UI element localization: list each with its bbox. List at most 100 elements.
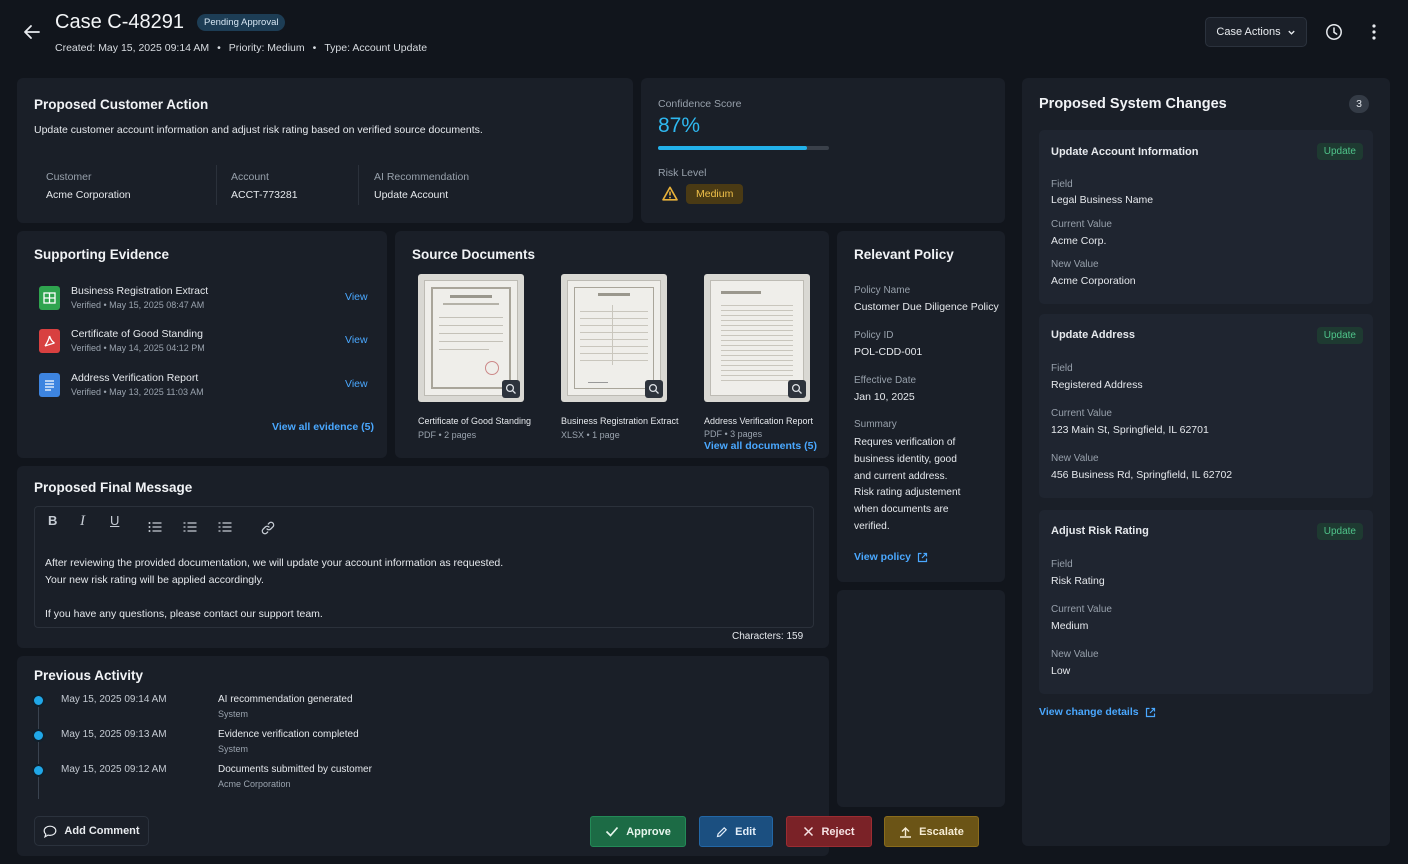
summary-line: Requres verification of — [854, 437, 956, 448]
bold-icon[interactable]: B — [48, 513, 57, 528]
close-icon — [804, 826, 814, 837]
field-value: Legal Business Name — [1051, 194, 1154, 206]
case-meta: Created: May 15, 2025 09:14 AM • Priorit… — [55, 42, 427, 54]
case-actions-button[interactable]: Case Actions — [1205, 17, 1307, 47]
view-policy-label: View policy — [854, 551, 911, 563]
evidence-name: Business Registration Extract — [71, 285, 209, 297]
link-icon[interactable] — [261, 521, 275, 538]
view-all-documents-link[interactable]: View all documents (5) — [704, 440, 817, 452]
evidence-name: Certificate of Good Standing — [71, 328, 203, 340]
case-type: Type: Account Update — [324, 42, 428, 54]
new-value: 456 Business Rd, Springfield, IL 62702 — [1051, 469, 1233, 481]
view-evidence-link[interactable]: View — [345, 378, 368, 390]
new-value-label: New Value — [1051, 259, 1099, 270]
add-comment-button[interactable]: Add Comment — [34, 816, 149, 846]
summary-line: business identity, good — [854, 453, 957, 465]
align-icon[interactable] — [218, 521, 232, 536]
new-value: Low — [1051, 665, 1071, 677]
risk-level-label: Risk Level — [658, 167, 707, 179]
reject-button[interactable]: Reject — [786, 816, 872, 847]
policy-id-value: POL-CDD-001 — [854, 346, 923, 358]
escalate-button[interactable]: Escalate — [884, 816, 979, 847]
panel-title: Proposed System Changes — [1039, 96, 1227, 112]
confidence-bar-fill — [658, 146, 807, 150]
numbered-list-icon[interactable] — [183, 521, 197, 536]
new-value: Acme Corporation — [1051, 275, 1136, 287]
check-icon — [606, 826, 619, 837]
meta-separator: • — [312, 42, 317, 54]
spreadsheet-file-icon — [39, 286, 60, 310]
current-value: Acme Corp. — [1051, 235, 1107, 247]
summary-label: Summary — [854, 419, 897, 430]
proposed-action-panel: Proposed Customer Action Update customer… — [17, 78, 633, 223]
history-icon[interactable] — [1325, 23, 1343, 41]
zoom-icon[interactable] — [645, 380, 663, 398]
external-link-icon — [1145, 707, 1155, 717]
registration-preview — [567, 280, 661, 396]
activity-time: May 15, 2025 09:14 AM — [61, 694, 167, 705]
approve-label: Approve — [626, 825, 671, 838]
evidence-item[interactable]: Business Registration Extract Verified •… — [39, 285, 369, 313]
evidence-item[interactable]: Certificate of Good Standing Verified • … — [39, 328, 369, 356]
action-description: Update customer account information and … — [34, 124, 483, 136]
activity-time: May 15, 2025 09:13 AM — [61, 729, 167, 740]
changes-count-badge: 3 — [1349, 95, 1369, 113]
field-value: Risk Rating — [1051, 575, 1105, 587]
view-all-evidence-link[interactable]: View all evidence (5) — [272, 421, 374, 433]
document-thumbnail[interactable] — [418, 274, 524, 402]
add-comment-label: Add Comment — [64, 825, 140, 837]
evidence-meta: Verified • May 15, 2025 08:47 AM — [71, 300, 205, 310]
document-thumbnail[interactable] — [704, 274, 810, 402]
panel-title: Previous Activity — [34, 668, 144, 683]
approve-button[interactable]: Approve — [590, 816, 686, 847]
confidence-label: Confidence Score — [658, 98, 742, 110]
risk-level-badge: Medium — [686, 184, 744, 204]
more-options-icon[interactable] — [1367, 23, 1381, 41]
evidence-item[interactable]: Address Verification Report Verified • M… — [39, 372, 369, 400]
activity-event: Documents submitted by customer — [218, 764, 372, 775]
document-name: Address Verification Report — [704, 416, 814, 426]
document-thumbnail[interactable] — [561, 274, 667, 402]
edit-label: Edit — [735, 825, 756, 838]
field-label: Field — [1051, 363, 1073, 374]
evidence-meta: Verified • May 13, 2025 11:03 AM — [71, 387, 204, 397]
view-policy-link[interactable]: View policy — [854, 551, 928, 563]
customer-value: Acme Corporation — [46, 189, 131, 201]
status-badge: Pending Approval — [197, 14, 286, 31]
view-evidence-link[interactable]: View — [345, 291, 368, 303]
zoom-icon[interactable] — [788, 380, 806, 398]
change-card: Update Address Update Field Registered A… — [1039, 314, 1373, 498]
account-value: ACCT-773281 — [231, 189, 298, 201]
field-label: Field — [1051, 179, 1073, 190]
current-value: Medium — [1051, 620, 1089, 632]
back-arrow-icon[interactable] — [22, 22, 42, 42]
confidence-value: 87% — [658, 114, 701, 137]
new-value-label: New Value — [1051, 649, 1099, 660]
edit-button[interactable]: Edit — [699, 816, 773, 847]
reject-label: Reject — [821, 825, 855, 838]
page-title: Case C-48291 — [55, 11, 184, 33]
evidence-meta: Verified • May 14, 2025 04:12 PM — [71, 343, 205, 353]
confidence-bar-track — [658, 146, 829, 150]
system-changes-panel: Proposed System Changes 3 Update Account… — [1022, 78, 1390, 846]
comment-icon — [44, 825, 57, 838]
field-value: Registered Address — [1051, 379, 1143, 391]
zoom-icon[interactable] — [502, 380, 520, 398]
document-name: Business Registration Extract — [561, 416, 679, 426]
view-change-details-link[interactable]: View change details — [1039, 706, 1156, 718]
timeline-dot — [32, 694, 45, 707]
ai-value: Update Account — [374, 189, 449, 201]
change-card: Update Account Information Update Field … — [1039, 130, 1373, 304]
bullet-list-icon[interactable] — [148, 521, 162, 536]
document-meta: PDF • 3 pages — [704, 429, 763, 439]
update-badge: Update — [1316, 327, 1363, 344]
underline-icon[interactable]: U — [110, 513, 119, 528]
italic-icon[interactable]: I — [80, 513, 85, 530]
policy-name-value: Customer Due Diligence Policy — [854, 301, 999, 313]
activity-event: AI recommendation generated — [218, 694, 353, 705]
view-evidence-link[interactable]: View — [345, 334, 368, 346]
account-field: Account ACCT-773281 — [231, 171, 298, 201]
pencil-icon — [716, 826, 728, 837]
relevant-policy-panel: Relevant Policy Policy Name Customer Due… — [837, 231, 1005, 582]
timeline-dot — [32, 764, 45, 777]
